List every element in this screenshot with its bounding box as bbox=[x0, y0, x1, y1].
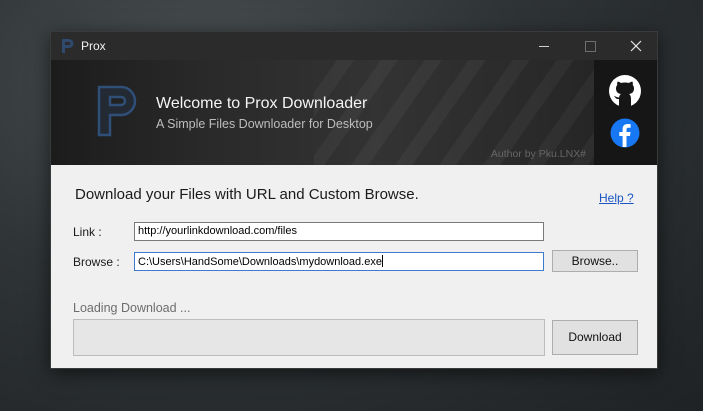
app-logo-icon bbox=[62, 39, 74, 53]
link-input-value: http://yourlinkdownload.com/files bbox=[138, 225, 297, 237]
app-window: Prox Welcome to Prox Downloader A Simple… bbox=[50, 31, 658, 369]
prox-logo-icon bbox=[97, 85, 137, 137]
download-status: Loading Download ... bbox=[73, 301, 191, 315]
welcome-banner: Welcome to Prox Downloader A Simple File… bbox=[51, 60, 594, 165]
social-panel bbox=[594, 60, 657, 165]
welcome-subtitle: A Simple Files Downloader for Desktop bbox=[156, 117, 373, 131]
download-button[interactable]: Download bbox=[552, 320, 638, 355]
close-icon bbox=[630, 40, 642, 52]
maximize-button[interactable] bbox=[567, 32, 613, 60]
link-label: Link : bbox=[73, 225, 102, 239]
browse-label: Browse : bbox=[73, 255, 120, 269]
facebook-icon[interactable] bbox=[610, 118, 640, 148]
window-title: Prox bbox=[81, 39, 106, 53]
title-bar[interactable]: Prox bbox=[51, 32, 657, 60]
minimize-button[interactable] bbox=[521, 32, 567, 60]
author-credit: Author by Pku.LNX# bbox=[490, 148, 586, 160]
github-icon[interactable] bbox=[608, 74, 642, 108]
help-link[interactable]: Help ? bbox=[599, 191, 634, 205]
close-button[interactable] bbox=[613, 32, 659, 60]
browse-button[interactable]: Browse.. bbox=[552, 250, 638, 272]
welcome-title: Welcome to Prox Downloader bbox=[156, 95, 368, 112]
download-progress-bar bbox=[73, 319, 545, 356]
browse-path-input[interactable]: C:\Users\HandSome\Downloads\mydownload.e… bbox=[134, 252, 544, 271]
link-input[interactable]: http://yourlinkdownload.com/files bbox=[134, 222, 544, 241]
page-heading: Download your Files with URL and Custom … bbox=[75, 186, 419, 203]
browse-path-value: C:\Users\HandSome\Downloads\mydownload.e… bbox=[138, 256, 382, 268]
text-caret bbox=[381, 255, 383, 267]
